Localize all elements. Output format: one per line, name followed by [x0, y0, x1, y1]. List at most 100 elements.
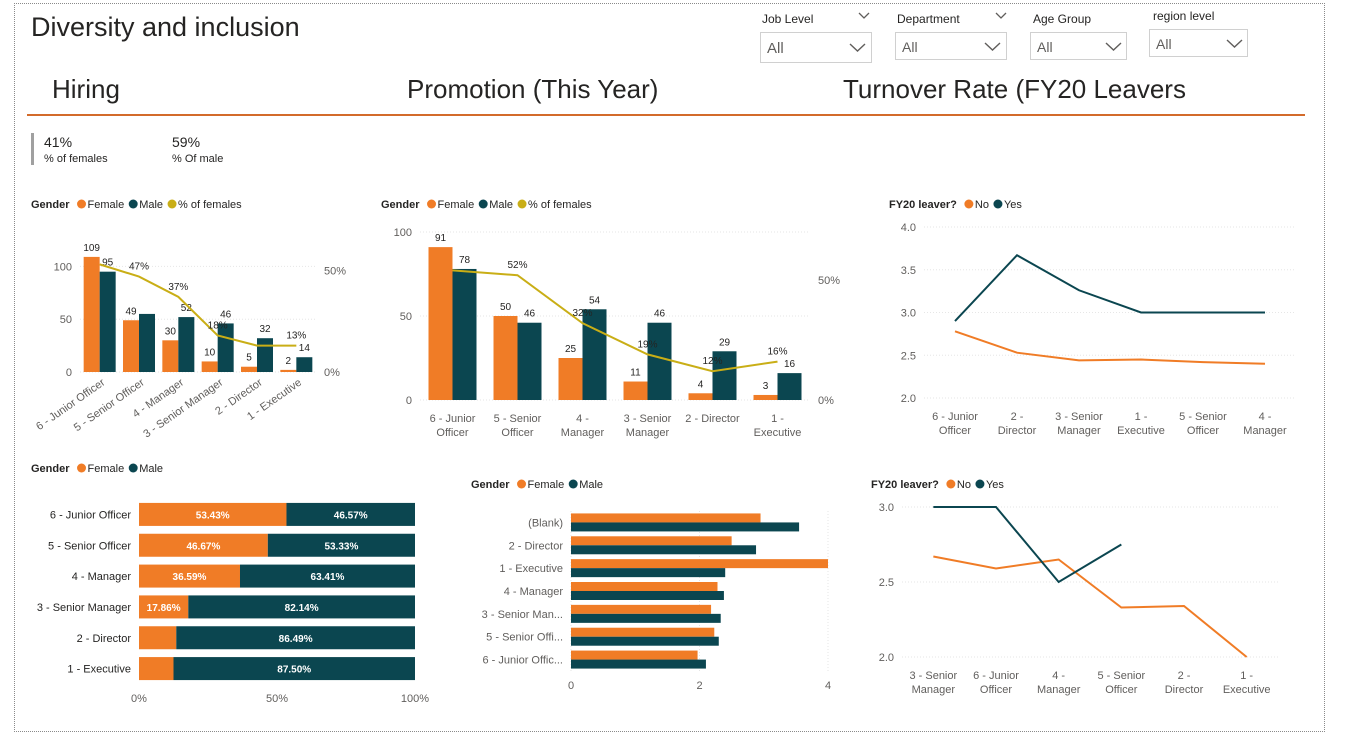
slicer-age-group-dropdown[interactable]: All — [1030, 32, 1127, 60]
bar-female-5-senior-officer — [123, 320, 139, 372]
slicer-department-value: All — [902, 39, 918, 55]
data-label-female: 109 — [83, 243, 100, 254]
turnover-line-chart-2[interactable]: FY20 leaver? No Yes 2.0 2.5 3.0 3 - Senior Mana… — [866, 472, 1286, 702]
bar-female-3-senior-man — [571, 604, 712, 614]
hiring-gender-share-chart[interactable]: Gender Female Male 6 - Junior Officer 53.43%… — [28, 456, 448, 716]
chevron-down-icon[interactable] — [1226, 39, 1243, 49]
x-tick-label: 2 - — [1011, 411, 1024, 423]
data-label-male: 86.49% — [279, 634, 313, 645]
y2-tick-label: 50% — [324, 265, 346, 277]
data-label-male: 46 — [654, 309, 666, 320]
legend-marker-yes — [993, 199, 1003, 209]
x-tick-label: 1 - — [1135, 411, 1148, 423]
kpi-male-label: % Of male — [172, 153, 224, 165]
legend-title: Gender — [31, 199, 70, 211]
y-tick-label: 100 — [394, 227, 412, 239]
slicer-age-group[interactable]: Age Group All — [1030, 10, 1129, 64]
bar-male-6-junior-officer — [452, 268, 477, 400]
legend-title: Gender — [31, 463, 70, 475]
y-tick-label: 0 — [66, 367, 72, 379]
slicer-region-level[interactable]: region level All — [1149, 7, 1253, 61]
x-tick-label: Officer — [501, 427, 534, 439]
slicer-region-level-dropdown[interactable]: All — [1149, 29, 1248, 57]
x-tick-label: Manager — [1037, 684, 1081, 696]
x-tick-label: 0 — [568, 680, 574, 692]
data-label-male: 53.33% — [324, 541, 358, 552]
data-label-female: 5 — [246, 353, 252, 364]
x-tick-label: Executive — [1117, 425, 1165, 437]
slicer-job-level-label: Job Level — [762, 12, 814, 26]
promotion-gender-bar-chart[interactable]: Gender Female Male 0 2 4 (Blank) 2 - Director 1 … — [466, 472, 846, 702]
x-tick-label: 1 - — [771, 413, 784, 425]
x-tick-label: 5 - Senior — [1179, 411, 1227, 423]
x-tick-label: 6 - Junior — [973, 670, 1019, 682]
chevron-down-icon[interactable] — [984, 42, 1001, 52]
x-tick-label: 5 - Senior — [494, 413, 542, 425]
bar-female-1-executive — [571, 559, 828, 569]
legend-label-of-females: % of females — [178, 199, 242, 211]
data-label-male: 54 — [589, 295, 601, 306]
slicer-department-dropdown[interactable]: All — [895, 32, 1007, 60]
hiring-gender-chart[interactable]: Gender Female Male % of females 0 50 100 0% 50% 1… — [28, 192, 388, 442]
data-label-female: 4 — [698, 379, 704, 390]
chevron-down-icon[interactable] — [995, 12, 1007, 20]
line-yes — [954, 253, 1265, 322]
slicer-job-level[interactable]: Job Level All — [760, 10, 874, 64]
bar-male-4-manager — [571, 591, 724, 600]
bar-male-5-senior-officer — [517, 322, 542, 400]
bar-male-3-senior-man — [571, 613, 721, 623]
bar-female-3-senior-manager — [201, 361, 218, 372]
bar-female-5-senior-offi — [571, 627, 715, 637]
data-label-female: 50 — [500, 302, 512, 313]
y2-tick-label: 50% — [818, 275, 840, 287]
x-tick-label: 4 — [825, 680, 831, 692]
x-tick-label: 0% — [131, 693, 147, 705]
data-label-female: 11 — [630, 368, 641, 379]
bar-female-4-manager — [162, 340, 179, 372]
legend-marker-male — [478, 199, 488, 209]
slicer-age-group-value: All — [1037, 39, 1053, 55]
x-tick-label: 5 - Senior Officer — [72, 376, 147, 434]
x-tick-label: Executive — [1223, 684, 1271, 696]
x-tick-label: 100% — [401, 693, 429, 705]
data-label-female: 2 — [286, 356, 292, 367]
bar-male-5-senior-offi — [571, 636, 719, 646]
bar-female-3-senior-manager — [623, 381, 648, 400]
data-label-male: 32 — [259, 324, 271, 335]
legend-marker-yes — [975, 479, 985, 489]
chevron-down-icon[interactable] — [1105, 42, 1122, 52]
data-label-male: 78 — [459, 255, 471, 266]
x-tick-label: 3 - Senior — [624, 413, 672, 425]
y-tick-label: 6 - Junior Offic... — [483, 655, 564, 667]
bar-female-1-executive — [280, 369, 297, 372]
data-label-male: 46 — [220, 309, 232, 320]
y-tick-label: 4.0 — [901, 222, 916, 234]
bar-female-1-executive — [753, 394, 778, 400]
slicer-job-level-dropdown[interactable]: All — [760, 32, 872, 63]
x-tick-label: 2 - Director — [685, 413, 740, 425]
legend-title: FY20 leaver? — [889, 199, 957, 211]
bar-female-6-junior-officer — [83, 256, 100, 372]
legend-marker-of-females — [517, 199, 527, 209]
bar-male-6-junior-officer — [99, 271, 116, 372]
chevron-down-icon[interactable] — [858, 12, 870, 20]
data-label-pct: 47% — [129, 262, 149, 273]
promotion-gender-chart[interactable]: Gender Female Male % of females 0 50 100 0% 50% 9… — [378, 192, 848, 442]
data-label-pct: 12% — [702, 356, 722, 367]
legend-marker-female — [517, 479, 527, 489]
bar-male-3-senior-manager — [647, 322, 672, 400]
legend-label-male: Male — [139, 463, 163, 475]
y-tick-label: 3.0 — [901, 308, 916, 320]
data-label-male: 63.41% — [311, 572, 345, 583]
slicer-department[interactable]: Department All — [895, 10, 1009, 64]
y-tick-label: 100 — [54, 261, 72, 273]
chevron-down-icon[interactable] — [849, 43, 866, 53]
turnover-line-chart-1[interactable]: FY20 leaver? No Yes 2.0 2.5 3.0 3.5 4.0 6 - Juni… — [884, 192, 1304, 442]
bar-male-1-executive — [777, 373, 802, 400]
section-title-hiring: Hiring — [52, 74, 120, 104]
legend-marker-female — [427, 199, 437, 209]
legend-label-female: Female — [88, 463, 125, 475]
x-tick-label: Officer — [1187, 425, 1220, 437]
bar-male-1-executive — [296, 357, 313, 372]
legend-label-female: Female — [438, 199, 475, 211]
